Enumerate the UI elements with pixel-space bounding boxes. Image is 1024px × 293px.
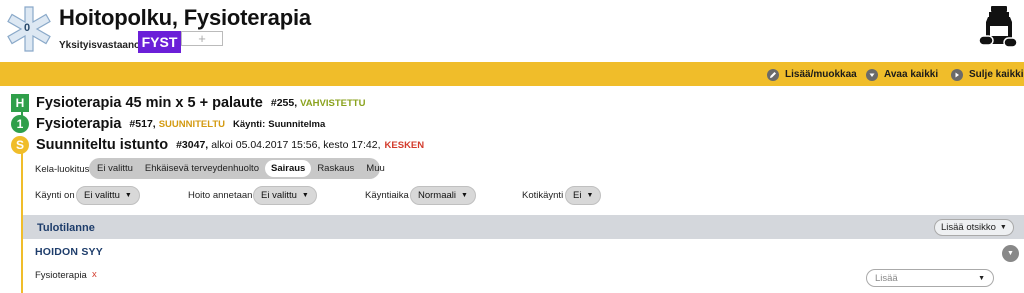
section-header <box>23 215 1024 239</box>
caret-down-icon: ▼ <box>978 274 985 282</box>
path-h-title: Fysioterapia 45 min x 5 + palaute <box>36 95 263 111</box>
status-badge: KESKEN <box>384 139 425 151</box>
medication-bottle-icon[interactable] <box>976 4 1020 50</box>
chevron-down-icon <box>866 68 878 81</box>
caret-down-icon: ▼ <box>461 192 468 199</box>
status-badge: SUUNNITELTU <box>158 118 226 130</box>
path-row-h[interactable]: H Fysioterapia 45 min x 5 + palaute #255… <box>11 94 365 112</box>
specialty-badge[interactable]: FYST <box>138 31 181 53</box>
remove-item-button[interactable]: x <box>92 269 97 280</box>
close-all-label: Sulje kaikki <box>969 69 1024 80</box>
section-title: Tulotilanne <box>37 222 95 234</box>
edit-button-label: Lisää/muokkaa <box>785 69 857 80</box>
close-all-button[interactable]: Sulje kaikki <box>951 68 1023 81</box>
subsection-title: HOIDON SYY <box>35 246 103 258</box>
patient-counter: 0 <box>24 22 31 34</box>
path-1-title: Fysioterapia <box>36 116 122 132</box>
add-tag-button[interactable]: + <box>181 31 223 46</box>
kotikaynti-label: Kotikäynti <box>522 190 564 201</box>
kela-option[interactable]: Ehkäisevä terveydenhuolto <box>139 160 265 177</box>
collapse-button[interactable]: ▼ <box>1002 245 1019 262</box>
add-heading-label: Lisää otsikko <box>941 222 996 233</box>
kela-option[interactable]: Muu <box>360 160 390 177</box>
action-toolbar: Lisää/muokkaa Avaa kaikki Sulje kaikki <box>0 62 1024 86</box>
path-row-1[interactable]: 1 Fysioterapia #517, SUUNNITELTU Käynti:… <box>11 115 325 133</box>
hoito-annetaan-value: Ei valittu <box>261 190 297 201</box>
kela-label: Kela-luokitus <box>35 164 90 175</box>
kayntiaika-value: Normaali <box>418 190 457 201</box>
kaynti-on-label: Käynti on <box>35 190 75 201</box>
kela-option[interactable]: Ei valittu <box>91 160 139 177</box>
chevron-right-icon <box>951 68 963 81</box>
kela-option[interactable]: Raskaus <box>311 160 360 177</box>
caret-down-icon: ▼ <box>586 192 594 199</box>
kaynti-on-select[interactable]: Ei valittu ▼ <box>76 186 140 205</box>
chevron-down-icon: ▼ <box>1007 250 1014 257</box>
path-s-id: #3047, <box>176 139 209 151</box>
path-row-s[interactable]: S Suunniteltu istunto #3047, alkoi 05.04… <box>11 136 424 154</box>
level-1-marker: 1 <box>11 115 29 133</box>
level-s-marker: S <box>11 136 29 154</box>
caret-down-icon: ▼ <box>999 224 1007 231</box>
kotikaynti-value: Ei <box>573 190 582 201</box>
kotikaynti-select[interactable]: Ei ▼ <box>565 186 602 205</box>
status-badge: VAHVISTETTU <box>300 97 366 109</box>
level-h-marker: H <box>11 94 29 112</box>
open-all-button[interactable]: Avaa kaikki <box>866 68 938 81</box>
reason-item: Fysioterapia <box>35 270 87 281</box>
visit-value: Suunnitelma <box>268 118 326 130</box>
hoito-annetaan-select[interactable]: Ei valittu ▼ <box>253 186 317 205</box>
kela-segmented-control: Ei valittu Ehkäisevä terveydenhuolto Sai… <box>89 158 385 179</box>
add-heading-select[interactable]: Lisää otsikko ▼ <box>934 219 1014 236</box>
kayntiaika-label: Käyntiaika <box>365 190 409 201</box>
page-title: Hoitopolku, Fysioterapia <box>59 5 311 30</box>
visit-label: Käynti: <box>233 118 266 130</box>
kaynti-on-value: Ei valittu <box>84 190 120 201</box>
caret-down-icon: ▼ <box>301 192 309 199</box>
path-1-id: #517, <box>129 118 156 130</box>
session-details: alkoi 05.04.2017 15:56, kesto 17:42, <box>211 139 381 151</box>
path-s-title: Suunniteltu istunto <box>36 137 169 153</box>
kela-option-selected[interactable]: Sairaus <box>264 160 312 177</box>
page-header: 0 Hoitopolku, Fysioterapia Yksityisvasta… <box>0 0 1024 62</box>
open-all-label: Avaa kaikki <box>884 69 939 80</box>
hoito-annetaan-label: Hoito annetaan <box>188 190 253 201</box>
caret-down-icon: ▼ <box>124 192 132 199</box>
add-item-select[interactable]: Lisää ▼ <box>866 269 994 287</box>
add-item-placeholder: Lisää <box>875 272 898 284</box>
edit-button[interactable]: Lisää/muokkaa <box>767 68 857 81</box>
path-h-id: #255, <box>270 97 298 109</box>
kayntiaika-select[interactable]: Normaali ▼ <box>410 186 476 205</box>
pencil-icon <box>767 68 779 81</box>
